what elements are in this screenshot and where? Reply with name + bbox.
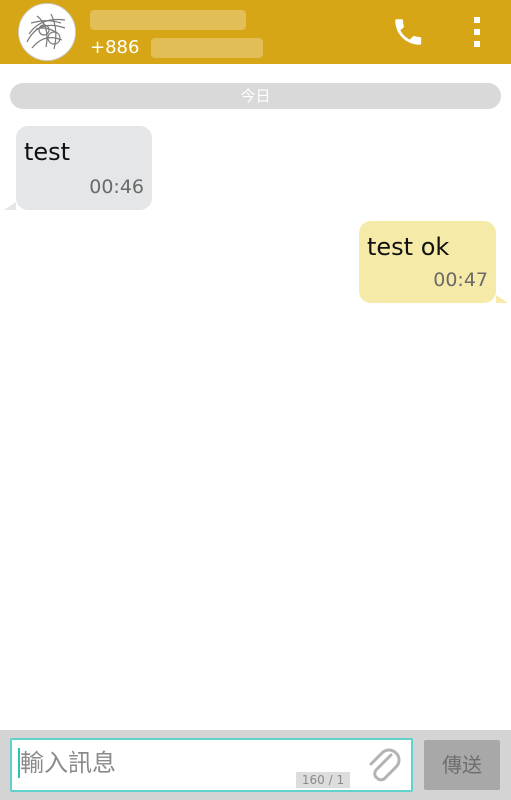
outgoing-message-bubble[interactable]: test ok 00:47 xyxy=(359,221,508,303)
message-input-placeholder: 輸入訊息 xyxy=(20,749,116,777)
send-button[interactable]: 傳送 xyxy=(424,740,500,790)
contact-number: +886 xyxy=(90,36,264,60)
contact-name-redacted xyxy=(90,9,246,31)
message-time: 00:46 xyxy=(89,176,144,198)
date-divider: 今日 xyxy=(10,83,501,109)
message-input[interactable]: 輸入訊息 160 / 1 xyxy=(10,738,413,792)
avatar-illustration-icon xyxy=(19,4,75,60)
more-options-button[interactable] xyxy=(463,12,491,52)
message-time: 00:47 xyxy=(433,269,488,291)
attach-button[interactable] xyxy=(362,744,406,788)
call-button[interactable] xyxy=(388,12,428,52)
paperclip-icon xyxy=(369,748,401,782)
phone-icon xyxy=(395,19,422,45)
message-composer: 輸入訊息 160 / 1 傳送 xyxy=(0,730,511,800)
more-vertical-icon xyxy=(474,17,480,47)
character-counter: 160 / 1 xyxy=(296,772,350,788)
conversation-header: +886 xyxy=(0,0,511,64)
contact-number-prefix: +886 xyxy=(90,37,140,58)
incoming-message-bubble[interactable]: test 00:46 xyxy=(4,126,152,210)
contact-avatar[interactable] xyxy=(18,3,76,61)
message-thread-screen: +886 今日 test 00:46 test ok 00:47 輸入訊息 16… xyxy=(0,0,511,800)
redacted-number-block xyxy=(151,38,264,58)
message-text: test xyxy=(24,138,71,166)
redacted-name-block xyxy=(90,10,246,30)
message-text: test ok xyxy=(367,233,450,261)
